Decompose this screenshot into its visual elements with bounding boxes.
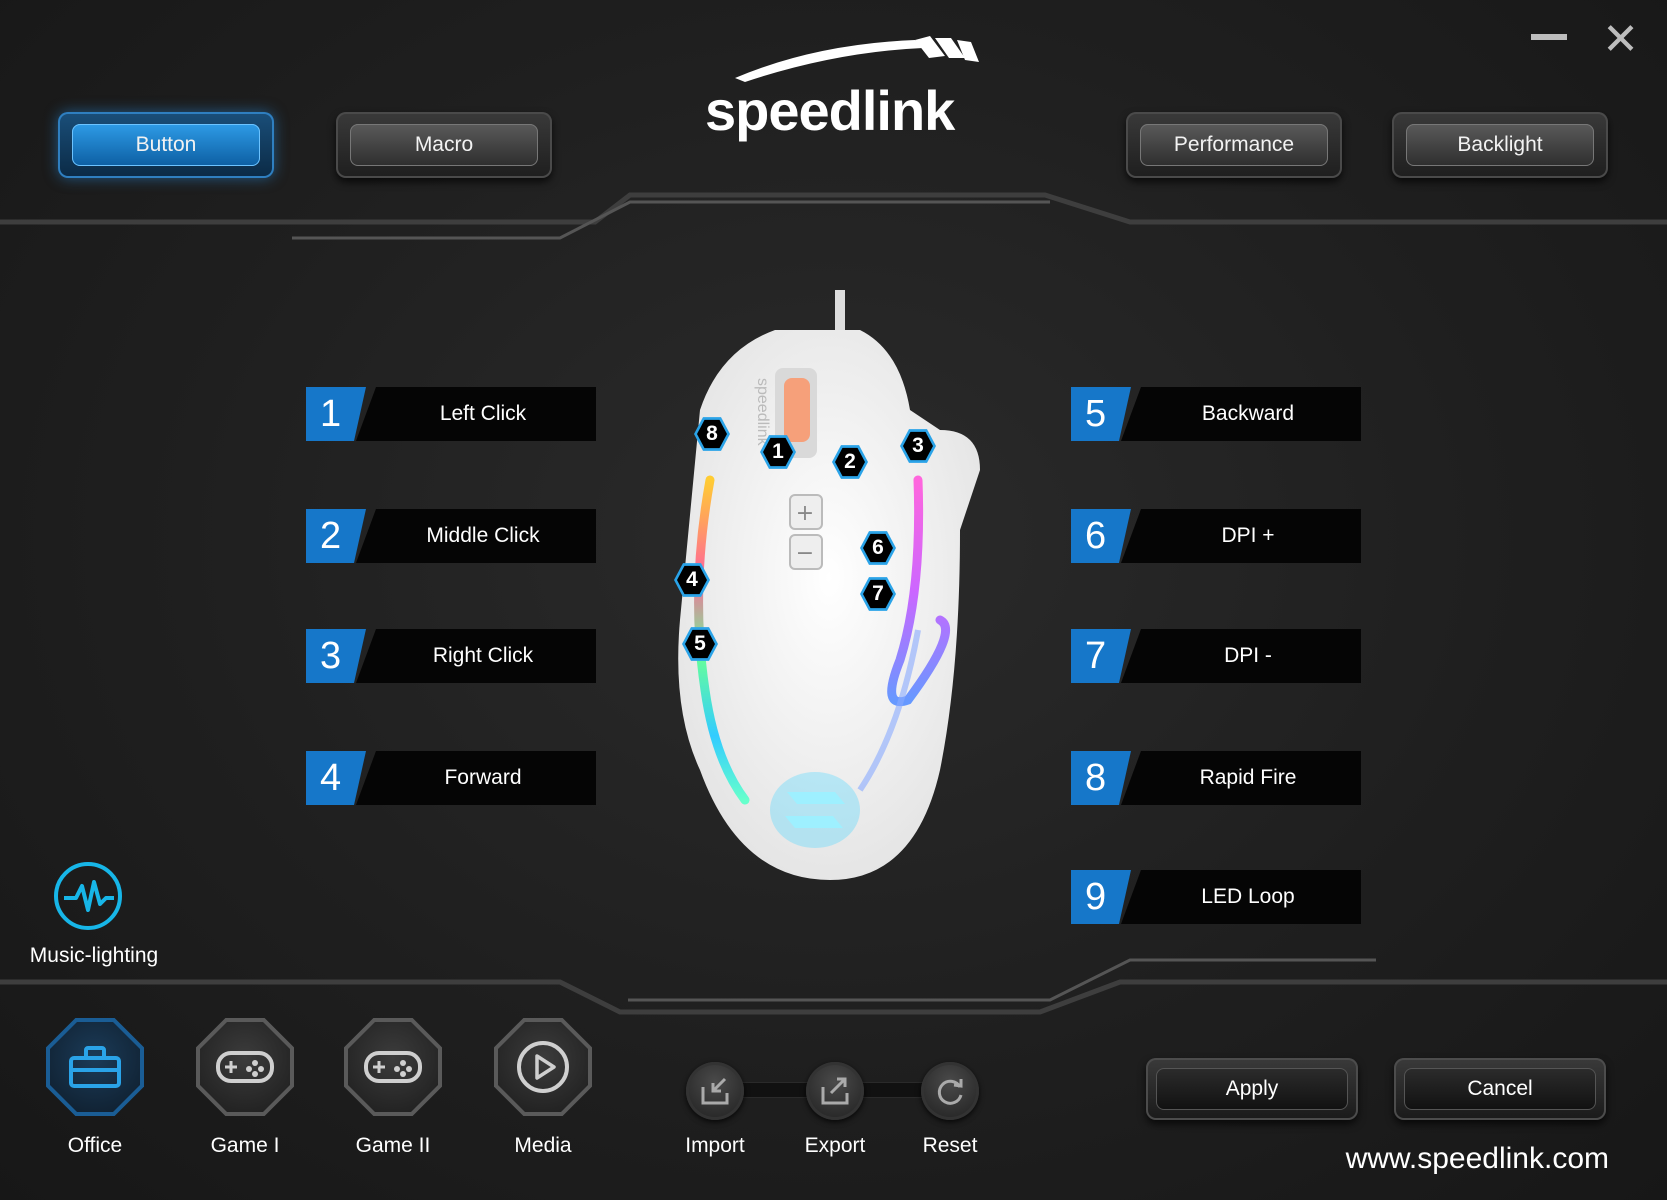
import-icon [686, 1062, 744, 1120]
mapping-row-4[interactable]: 4 Forward [306, 751, 596, 805]
profile-office-frame [46, 1018, 144, 1116]
mapping-label: Right Click [356, 629, 596, 683]
profile-media[interactable]: Media [488, 1018, 598, 1158]
import-button[interactable]: Import [670, 1062, 760, 1158]
apply-label: Apply [1156, 1068, 1348, 1110]
export-label: Export [804, 1134, 866, 1157]
dpi-minus-glyph: − [796, 541, 814, 566]
mapping-label: Middle Click [356, 509, 596, 563]
cancel-label: Cancel [1404, 1068, 1596, 1110]
marker-number: 3 [903, 431, 933, 461]
tab-macro[interactable]: Macro [336, 112, 552, 178]
tab-performance-label: Performance [1140, 124, 1328, 166]
profile-label: Media [514, 1134, 572, 1157]
profile-game-2[interactable]: Game II [338, 1018, 448, 1158]
waveform-glyph [64, 880, 114, 912]
waveform-icon[interactable] [54, 862, 122, 930]
export-button[interactable]: Export [790, 1062, 880, 1158]
marker-number: 2 [835, 447, 865, 477]
mapping-number: 2 [306, 509, 366, 563]
apply-button[interactable]: Apply [1146, 1058, 1358, 1120]
music-lighting-label: Music-lighting [29, 944, 159, 967]
mapping-number: 9 [1071, 870, 1131, 924]
mapping-number: 1 [306, 387, 366, 441]
export-glyph [821, 1077, 849, 1105]
website-link[interactable]: www.speedlink.com [1346, 1142, 1609, 1176]
mapping-label: Left Click [356, 387, 596, 441]
reset-label: Reset [922, 1134, 978, 1157]
mapping-label: Backward [1121, 387, 1361, 441]
cancel-button[interactable]: Cancel [1394, 1058, 1606, 1120]
mapping-number: 3 [306, 629, 366, 683]
mapping-label: LED Loop [1121, 870, 1361, 924]
tab-macro-label: Macro [350, 124, 538, 166]
marker-number: 1 [763, 437, 793, 467]
export-icon [806, 1062, 864, 1120]
close-icon[interactable]: ✕ [1602, 18, 1639, 62]
mapping-label: DPI - [1121, 629, 1361, 683]
speedlink-logo: speedlink [705, 36, 979, 142]
reset-button[interactable]: Reset [905, 1062, 995, 1158]
mapping-row-1[interactable]: 1 Left Click [306, 387, 596, 441]
mapping-number: 8 [1071, 751, 1131, 805]
marker-number: 5 [685, 629, 715, 659]
profile-game-1[interactable]: Game I [190, 1018, 300, 1158]
profile-label: Game I [210, 1134, 280, 1157]
mapping-label: Rapid Fire [1121, 751, 1361, 805]
marker-number: 6 [863, 533, 893, 563]
mapping-row-3[interactable]: 3 Right Click [306, 629, 596, 683]
profile-office[interactable]: Office [40, 1018, 150, 1158]
profile-media-frame [494, 1018, 592, 1116]
import-label: Import [685, 1134, 745, 1157]
mapping-number: 5 [1071, 387, 1131, 441]
mapping-number: 4 [306, 751, 366, 805]
reset-glyph [937, 1079, 963, 1105]
gamepad-icon [364, 1051, 422, 1083]
mouse-image: + − speedlink 8 1 2 3 6 4 7 5 [660, 290, 1030, 890]
mapping-row-9[interactable]: 9 LED Loop [1071, 870, 1361, 924]
marker-number: 4 [677, 565, 707, 595]
profile-label: Office [67, 1134, 123, 1157]
marker-number: 8 [697, 419, 727, 449]
tab-performance[interactable]: Performance [1126, 112, 1342, 178]
tab-backlight-label: Backlight [1406, 124, 1594, 166]
mapping-row-5[interactable]: 5 Backward [1071, 387, 1361, 441]
logo-text: speedlink [705, 79, 955, 142]
marker-number: 7 [863, 579, 893, 609]
mapping-row-6[interactable]: 6 DPI + [1071, 509, 1361, 563]
mapping-number: 6 [1071, 509, 1131, 563]
toolbox-icon [69, 1046, 121, 1088]
tab-backlight[interactable]: Backlight [1392, 112, 1608, 178]
play-icon [517, 1041, 569, 1093]
profile-label: Game II [355, 1134, 431, 1157]
dpi-plus-glyph: + [796, 501, 814, 526]
tab-button-label: Button [72, 124, 260, 166]
mapping-label: Forward [356, 751, 596, 805]
mapping-row-8[interactable]: 8 Rapid Fire [1071, 751, 1361, 805]
mapping-number: 7 [1071, 629, 1131, 683]
import-glyph [701, 1077, 729, 1105]
reset-icon [921, 1062, 979, 1120]
mapping-label: DPI + [1121, 509, 1361, 563]
mapping-row-2[interactable]: 2 Middle Click [306, 509, 596, 563]
gamepad-icon [216, 1051, 274, 1083]
profile-game-1-frame [196, 1018, 294, 1116]
mouse-body: + − speedlink [678, 290, 980, 880]
tab-button[interactable]: Button [58, 112, 274, 178]
profile-game-2-frame [344, 1018, 442, 1116]
mapping-row-7[interactable]: 7 DPI - [1071, 629, 1361, 683]
mouse-logo-glow [770, 772, 860, 848]
